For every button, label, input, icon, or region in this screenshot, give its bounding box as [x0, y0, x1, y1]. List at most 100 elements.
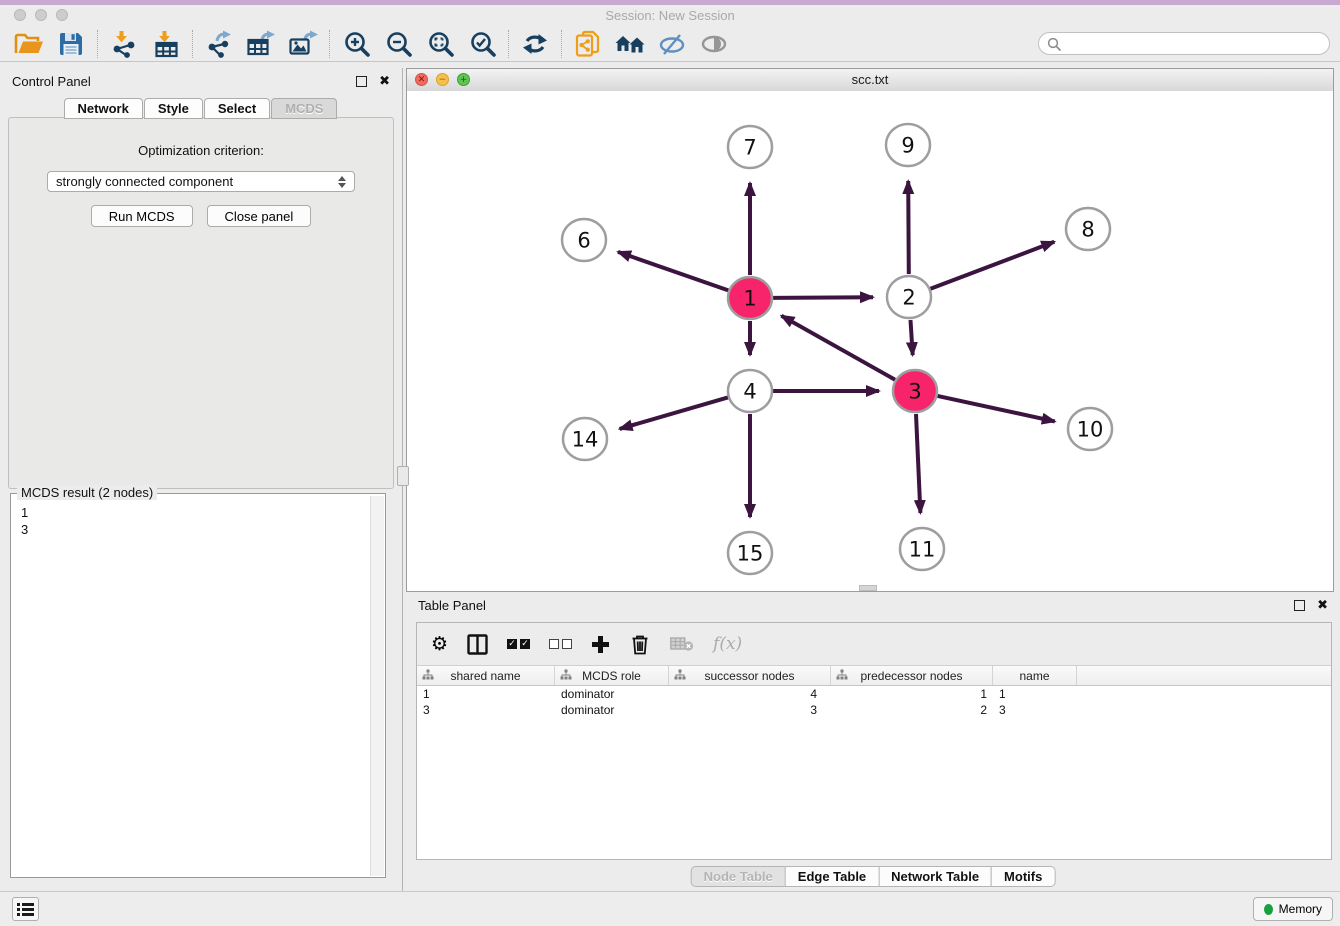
panel-splitter-handle[interactable]	[397, 466, 409, 486]
run-mcds-button[interactable]: Run MCDS	[91, 205, 193, 227]
task-history-button[interactable]	[12, 897, 39, 921]
export-table-button[interactable]	[240, 28, 282, 60]
table-settings-button[interactable]: ⚙	[431, 633, 448, 655]
node-2[interactable]: 2	[887, 276, 931, 318]
open-session-button[interactable]	[8, 28, 50, 60]
svg-text:6: 6	[577, 229, 590, 253]
window-accent-strip	[0, 0, 1340, 5]
column-header-successor-nodes[interactable]: successor nodes	[669, 666, 831, 685]
node-4[interactable]: 4	[728, 370, 772, 412]
edge-2-3[interactable]	[911, 320, 913, 355]
function-builder-button[interactable]: f(x)	[713, 634, 742, 654]
node-9[interactable]: 9	[886, 124, 930, 166]
clear-table-button[interactable]	[670, 636, 694, 652]
close-panel-icon[interactable]: ✖	[379, 74, 390, 89]
node-3[interactable]: 3	[893, 370, 937, 412]
zoom-selected-icon	[469, 30, 496, 57]
float-panel-icon[interactable]	[356, 76, 367, 87]
zoom-selected-button[interactable]	[461, 28, 503, 60]
eye-slash-icon	[658, 31, 686, 57]
node-1[interactable]: 1	[728, 277, 772, 319]
edge-2-9[interactable]	[908, 181, 909, 274]
control-panel: Control Panel ✖ NetworkStyleSelectMCDS O…	[0, 68, 403, 892]
select-all-button[interactable]: ✓✓	[507, 639, 530, 649]
toolbar-separator	[97, 30, 98, 58]
export-network-button[interactable]	[198, 28, 240, 60]
network-graph[interactable]: 1 2 3 4 6 7 8 9 10 11 14 15	[407, 91, 1333, 592]
edge-1-6[interactable]	[618, 252, 728, 291]
import-network-button[interactable]	[103, 28, 145, 60]
search-input[interactable]	[1066, 36, 1329, 52]
save-session-button[interactable]	[50, 28, 92, 60]
first-neighbors-button[interactable]	[609, 28, 651, 60]
tab-node-table[interactable]: Node Table	[691, 866, 786, 887]
plus-icon	[591, 635, 610, 654]
network-window-titlebar[interactable]: ✕ − + scc.txt	[407, 69, 1333, 92]
svg-text:4: 4	[743, 380, 756, 404]
toolbar-separator	[329, 30, 330, 58]
table-row[interactable]: 3dominator323	[417, 702, 1331, 718]
delete-column-button[interactable]	[629, 633, 651, 655]
table-cell: 3	[417, 703, 555, 717]
toolbar-separator	[508, 30, 509, 58]
column-header-shared-name[interactable]: shared name	[417, 666, 555, 685]
edge-2-8[interactable]	[931, 242, 1055, 289]
edge-1-2[interactable]	[773, 297, 873, 298]
memory-label: Memory	[1279, 902, 1322, 916]
apply-layout-button[interactable]	[514, 28, 556, 60]
node-15[interactable]: 15	[728, 532, 772, 574]
tab-mcds[interactable]: MCDS	[271, 98, 337, 119]
result-scrollbar[interactable]	[370, 496, 384, 876]
float-panel-icon[interactable]	[1294, 600, 1305, 611]
export-image-button[interactable]	[282, 28, 324, 60]
tab-network[interactable]: Network	[64, 98, 143, 119]
mcds-result-title: MCDS result (2 nodes)	[17, 485, 157, 500]
zoom-out-button[interactable]	[377, 28, 419, 60]
node-10[interactable]: 10	[1068, 408, 1112, 450]
zoom-in-button[interactable]	[335, 28, 377, 60]
tab-motifs[interactable]: Motifs	[991, 866, 1055, 887]
node-8[interactable]: 8	[1066, 208, 1110, 250]
column-header-name[interactable]: name	[993, 666, 1077, 685]
edge-3-11[interactable]	[916, 414, 920, 513]
tab-select[interactable]: Select	[204, 98, 270, 119]
duplicate-network-icon	[574, 30, 602, 58]
node-14[interactable]: 14	[563, 418, 607, 460]
checked-box-icon: ✓	[507, 639, 517, 649]
add-column-button[interactable]	[591, 635, 610, 654]
edge-4-14[interactable]	[620, 397, 728, 429]
edge-3-10[interactable]	[938, 396, 1055, 422]
network-canvas[interactable]: 1 2 3 4 6 7 8 9 10 11 14 15	[407, 91, 1333, 591]
table-row[interactable]: 1dominator411	[417, 686, 1331, 702]
edge-3-1[interactable]	[781, 316, 895, 380]
criterion-dropdown[interactable]: strongly connected component	[47, 171, 355, 192]
close-panel-button[interactable]: Close panel	[207, 205, 312, 227]
control-panel-tabs: NetworkStyleSelectMCDS	[0, 98, 402, 119]
tab-edge-table[interactable]: Edge Table	[785, 866, 879, 887]
tab-style[interactable]: Style	[144, 98, 203, 119]
canvas-scroll-hint[interactable]	[859, 585, 877, 591]
deselect-all-button[interactable]	[549, 639, 572, 649]
memory-button[interactable]: Memory	[1253, 897, 1333, 921]
hide-selected-button[interactable]	[651, 28, 693, 60]
import-table-button[interactable]	[145, 28, 187, 60]
close-panel-icon[interactable]: ✖	[1317, 598, 1328, 613]
tab-network-table[interactable]: Network Table	[878, 866, 992, 887]
split-panel-button[interactable]	[467, 634, 488, 655]
table-body: 1dominator4113dominator323	[417, 686, 1331, 718]
column-header-MCDS-role[interactable]: MCDS role	[555, 666, 669, 685]
column-header-predecessor-nodes[interactable]: predecessor nodes	[831, 666, 993, 685]
column-type-icon	[560, 669, 572, 681]
node-11[interactable]: 11	[900, 528, 944, 570]
zoom-fit-button[interactable]	[419, 28, 461, 60]
duplicate-network-button[interactable]	[567, 28, 609, 60]
split-panel-icon	[467, 634, 488, 655]
save-floppy-icon	[58, 31, 84, 57]
node-6[interactable]: 6	[562, 219, 606, 261]
table-cell: 2	[831, 703, 993, 717]
mcds-result-lines: 13	[11, 494, 385, 538]
column-label: predecessor nodes	[860, 669, 962, 683]
node-7[interactable]: 7	[728, 126, 772, 168]
show-all-button[interactable]	[693, 28, 735, 60]
clear-table-icon	[670, 636, 694, 652]
